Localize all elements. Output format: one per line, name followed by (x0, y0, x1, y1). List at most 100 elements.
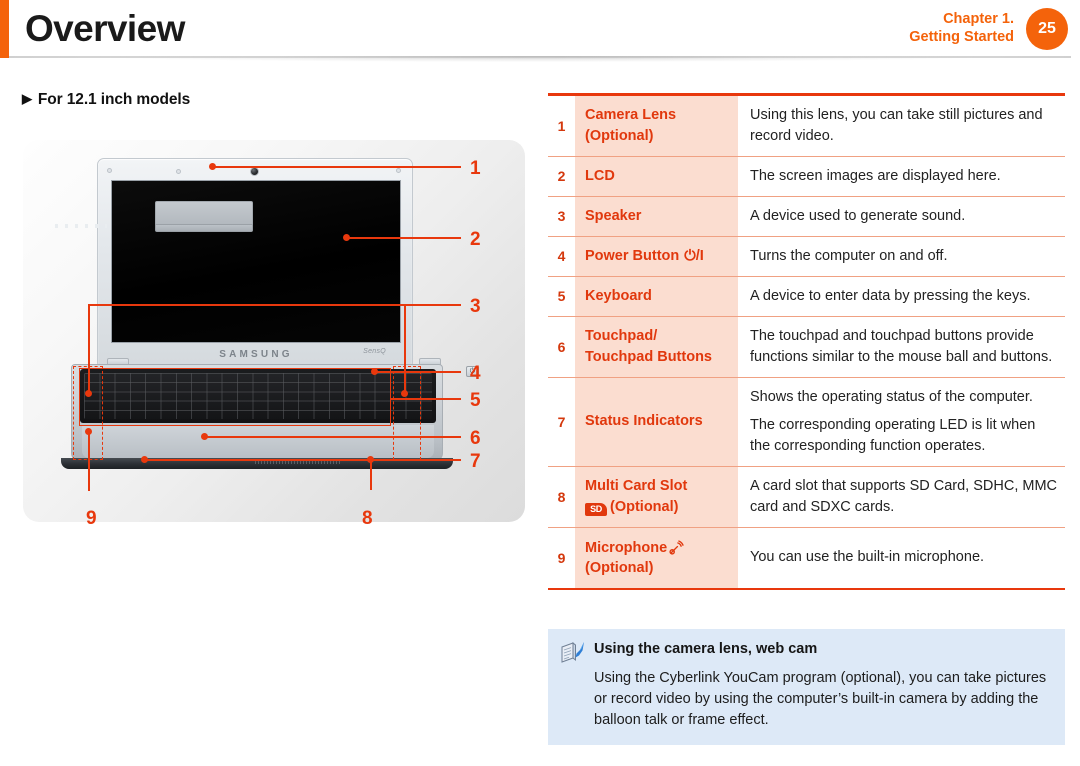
header-accent-bar (0, 0, 9, 58)
row-description-text: The corresponding operating LED is lit w… (750, 416, 1036, 454)
row-number: 7 (548, 377, 575, 466)
row-label: LCD (575, 156, 738, 196)
row-description: Using this lens, you can take still pict… (738, 95, 1065, 156)
lid-mic-dot (176, 169, 181, 174)
section-heading-text: For 12.1 inch models (37, 91, 191, 108)
note-pen-icon (560, 641, 586, 663)
row-description: A card slot that supports SD Card, SDHC,… (738, 466, 1065, 527)
row-description-text: Using this lens, you can take still pict… (750, 106, 1043, 144)
row-label: Power Button ⏻/I (575, 236, 738, 276)
row-label-optional: (Optional) (610, 498, 679, 515)
row-description-text: The screen images are displayed here. (750, 167, 1001, 184)
row-label-line: Power Button (585, 247, 680, 264)
page-header: Overview Chapter 1. Getting Started 25 (0, 0, 1080, 69)
callout-vline-3-right (404, 304, 406, 392)
callout-line-1 (215, 166, 461, 168)
row-description: A device to enter data by pressing the k… (738, 276, 1065, 316)
row-label: Camera Lens (Optional) (575, 95, 738, 156)
row-description-text: Turns the computer on and off. (750, 247, 948, 264)
callout-line-4 (377, 371, 461, 373)
row-description-text: The touchpad and touchpad buttons provid… (750, 327, 1053, 365)
row-label-line: Touchpad/ (585, 328, 658, 345)
row-number: 3 (548, 196, 575, 236)
row-label: Speaker (575, 196, 738, 236)
row-label: Multi Card Slot SD (Optional) (575, 466, 738, 527)
page-title: Overview (25, 8, 185, 49)
laptop-illustration: SAMSUNG SensQ ⏻ (23, 140, 525, 522)
front-vent (255, 460, 341, 464)
row-label: Microphone (Optional) (575, 527, 738, 588)
row-label-line: Touchpad Buttons (585, 348, 712, 365)
row-label-line: (Optional) (585, 127, 654, 144)
note-box: Using the camera lens, web cam Using the… (548, 629, 1065, 746)
sub-logo: SensQ (363, 348, 386, 355)
row-description-text: You can use the built-in microphone. (750, 549, 985, 566)
microphone-icon (669, 540, 684, 555)
row-number: 8 (548, 466, 575, 527)
row-label-line: LCD (585, 167, 615, 184)
callout-vline-3-left (88, 304, 90, 392)
row-number: 4 (548, 236, 575, 276)
row-label-line: Camera Lens (585, 106, 677, 123)
touchpad-buttons (155, 224, 253, 232)
row-description: You can use the built-in microphone. (738, 527, 1065, 588)
speaker-region-right (393, 366, 421, 460)
callout-number-4: 4 (470, 363, 481, 384)
row-description: The screen images are displayed here. (738, 156, 1065, 196)
row-description: Shows the operating status of the comput… (738, 377, 1065, 466)
row-description-text: A device used to generate sound. (750, 207, 966, 224)
palm-rest (82, 425, 434, 458)
keyboard-region-box (79, 368, 391, 426)
table-row: 7 Status Indicators Shows the operating … (548, 377, 1065, 467)
row-number: 6 (548, 316, 575, 377)
callout-number-3: 3 (470, 296, 481, 317)
table-row: 1 Camera Lens (Optional) Using this lens… (548, 95, 1065, 157)
row-label-with-icon: Power Button ⏻/I (585, 246, 732, 267)
row-label-line: Multi Card Slot (585, 478, 688, 495)
row-label-icon-line: SD (Optional) (585, 497, 732, 518)
row-number: 2 (548, 156, 575, 196)
table-row: 4 Power Button ⏻/I Turns the computer on … (548, 236, 1065, 277)
row-description: Turns the computer on and off. (738, 236, 1065, 276)
callout-vline-9 (88, 431, 90, 491)
table-row: 3 Speaker A device used to generate soun… (548, 196, 1065, 237)
row-label: Status Indicators (575, 377, 738, 466)
left-column: ▶ For 12.1 inch models SAMSUNG SensQ ⏻ 1… (0, 78, 545, 548)
callout-number-2: 2 (470, 229, 481, 250)
row-label-icon-line: Microphone (585, 537, 732, 559)
note-title: Using the camera lens, web cam (594, 641, 818, 657)
callout-line-2 (349, 237, 461, 239)
row-description-text: Shows the operating status of the comput… (750, 388, 1033, 405)
row-description-text: A card slot that supports SD Card, SDHC,… (750, 477, 1058, 515)
table-row: 8 Multi Card Slot SD (Optional) A card sl… (548, 466, 1065, 528)
row-description: A device used to generate sound. (738, 196, 1065, 236)
row-label-line: Speaker (585, 207, 642, 224)
table-row: 9 Microphone (Optional) You can use the … (548, 527, 1065, 590)
callout-line-5 (391, 398, 461, 400)
callout-number-1: 1 (470, 158, 481, 179)
lid-sensor-dot-right (396, 168, 401, 173)
table-row: 5 Keyboard A device to enter data by pre… (548, 276, 1065, 317)
callout-line-7 (147, 459, 461, 461)
row-label-line: Status Indicators (585, 413, 703, 430)
callout-number-9: 9 (86, 508, 97, 529)
camera-lens-icon (250, 167, 259, 176)
row-description: The touchpad and touchpad buttons provid… (738, 316, 1065, 377)
row-number: 1 (548, 95, 575, 156)
chapter-number: Chapter 1. (943, 11, 1014, 27)
note-body: Using the Cyberlink YouCam program (opti… (594, 670, 1047, 729)
chapter-name: Getting Started (909, 28, 1014, 45)
row-number: 5 (548, 276, 575, 316)
laptop-lid: SAMSUNG SensQ (97, 158, 413, 366)
specs-table: 1 Camera Lens (Optional) Using this lens… (548, 93, 1065, 590)
row-label-line: Microphone (585, 539, 668, 556)
row-description-text: A device to enter data by pressing the k… (750, 287, 1031, 304)
lid-sensor-dot (107, 168, 112, 173)
row-label-line: Keyboard (585, 287, 652, 304)
laptop-figure-panel: SAMSUNG SensQ ⏻ (23, 140, 525, 522)
row-number: 9 (548, 527, 575, 588)
bullet-triangle-icon: ▶ (22, 91, 32, 106)
callout-vline-8 (370, 460, 372, 490)
chapter-label: Chapter 1. Getting Started (909, 11, 1014, 46)
callout-number-5: 5 (470, 390, 481, 411)
